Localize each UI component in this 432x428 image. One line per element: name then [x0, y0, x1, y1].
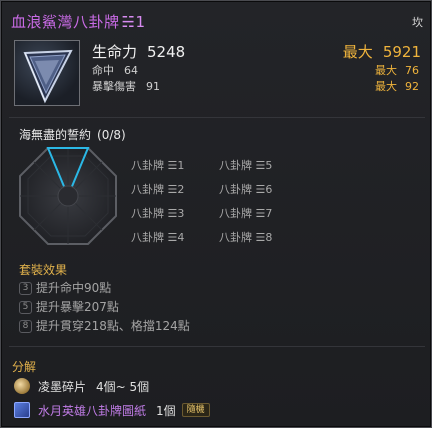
- set-header: 海無盡的誓約 (0/8): [19, 126, 126, 143]
- material-row: 凌墨碎片 4個~ 5個: [14, 377, 149, 395]
- item-name-text: 血浪鯊灣八卦牌: [11, 13, 120, 31]
- set-piece: 八卦牌 ☰2: [131, 183, 185, 196]
- sub-stat-max-label: 最大: [375, 64, 397, 77]
- main-stat-value: 5248: [147, 43, 186, 61]
- sub-stat-label: 暴擊傷害: [92, 80, 136, 93]
- sub-stat-value: 64: [124, 64, 138, 77]
- divider: [9, 346, 425, 347]
- material-name: 凌墨碎片: [38, 379, 87, 394]
- set-bonus-row: 5 提升暴擊207點: [19, 298, 119, 314]
- sub-stats-max: 最大 76 最大 92: [375, 63, 421, 95]
- main-stat-max-label: 最大: [342, 43, 373, 61]
- sub-stat-label: 命中: [92, 64, 114, 77]
- main-stat-max: 最大 5921: [343, 41, 421, 62]
- sub-stats: 命中 64 暴擊傷害 91: [92, 63, 160, 95]
- material-row: 水月英雄八卦牌圖紙 1個 隨機: [14, 401, 210, 419]
- set-title: 海無盡的誓約: [19, 128, 92, 142]
- shard-icon: [14, 378, 30, 394]
- material-qty: 1個: [156, 403, 176, 418]
- set-bonus-text: 提升命中90點: [36, 281, 112, 295]
- set-count: (0/8): [97, 128, 126, 142]
- sub-stat-max-row: 最大 92: [375, 79, 421, 95]
- main-stat-label: 生命力: [92, 43, 138, 61]
- set-bonus-count: 3: [19, 282, 32, 295]
- set-bonus-header: 套裝效果: [19, 263, 68, 277]
- set-piece: 八卦牌 ☰7: [219, 207, 273, 220]
- sub-stat-max-value: 92: [405, 80, 419, 93]
- set-piece: 八卦牌 ☰3: [131, 207, 185, 220]
- set-piece: 八卦牌 ☰8: [219, 231, 273, 244]
- random-badge: 隨機: [181, 403, 210, 417]
- main-stat: 生命力 5248: [92, 41, 185, 62]
- item-grade-mark: ☵1: [121, 13, 146, 31]
- bagua-shard-icon: [23, 49, 73, 104]
- set-bonus-count: 8: [19, 320, 32, 333]
- item-icon: [14, 40, 80, 106]
- set-bonus-text: 提升暴擊207點: [36, 300, 119, 314]
- sub-stat-max-value: 76: [405, 64, 419, 77]
- sub-stat-row: 暴擊傷害 91: [92, 79, 160, 95]
- set-piece: 八卦牌 ☰5: [219, 159, 273, 172]
- set-bonus-row: 3 提升命中90點: [19, 279, 111, 295]
- set-bonus-row: 8 提升貫穿218點、格擋124點: [19, 317, 190, 333]
- set-piece: 八卦牌 ☰1: [131, 159, 185, 172]
- bagua-octagon-diagram: [19, 147, 117, 245]
- element-tag: 坎: [412, 16, 423, 29]
- item-name: 血浪鯊灣八卦牌 ☵1: [11, 13, 146, 31]
- set-bonus-count: 5: [19, 301, 32, 314]
- set-piece: 八卦牌 ☰6: [219, 183, 273, 196]
- set-piece: 八卦牌 ☰4: [131, 231, 185, 244]
- main-stat-max-value: 5921: [382, 43, 421, 61]
- sub-stat-max-row: 最大 76: [375, 63, 421, 79]
- material-name: 水月英雄八卦牌圖紙: [38, 403, 147, 418]
- sub-stat-max-label: 最大: [375, 80, 397, 93]
- item-tooltip: 血浪鯊灣八卦牌 ☵1 坎 生命力 5248 最大 5921 命中 64 暴擊傷害 91 最…: [0, 0, 432, 428]
- material-qty: 4個~ 5個: [96, 379, 150, 394]
- set-bonus-text: 提升貫穿218點、格擋124點: [36, 319, 190, 333]
- sub-stat-value: 91: [146, 80, 160, 93]
- divider: [9, 117, 425, 118]
- blueprint-icon: [14, 402, 30, 418]
- title-row: 血浪鯊灣八卦牌 ☵1 坎: [11, 11, 423, 31]
- sub-stat-row: 命中 64: [92, 63, 160, 79]
- decompose-header: 分解: [12, 360, 37, 374]
